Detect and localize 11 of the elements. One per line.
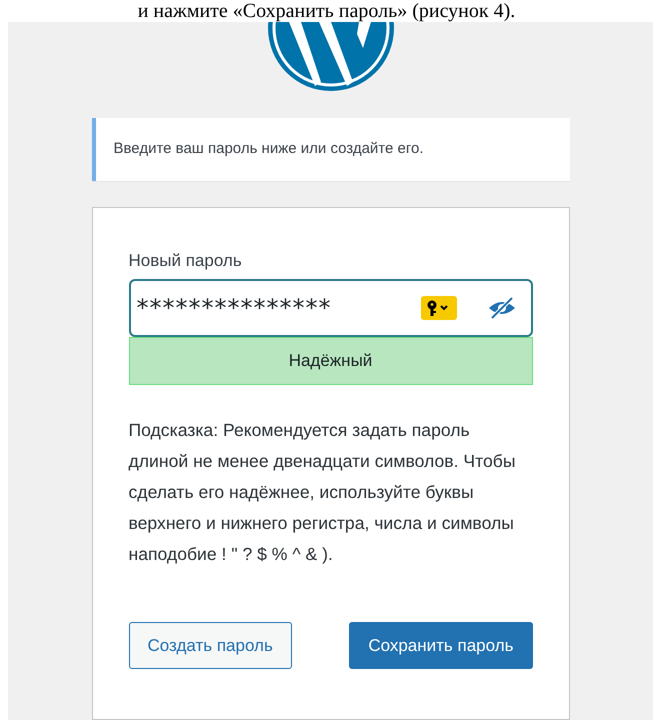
password-field[interactable]: *************** — [128, 279, 532, 337]
logo-icon — [266, 22, 394, 92]
generate-button[interactable]: Создать пароль — [128, 622, 292, 669]
document-text: и нажмите «Сохранить пароль» (рисунок 4). — [136, 0, 516, 22]
field-label: Новый пароль — [128, 250, 243, 272]
key-icon[interactable] — [420, 296, 456, 320]
hint-text: Подсказка: Рекомендуется задать пароль длиной не менее двенадцати символов. Чтобы сделать его надёжнее, используйте буквы верхнего и нижнего регистра, числа и символы наподобие ! " ? $ % ^ & ). — [128, 418, 516, 566]
hide-password-icon[interactable] — [486, 296, 516, 320]
strength-indicator: Надёжный — [128, 337, 532, 384]
notice-message: Введите ваш пароль ниже или создайте его. — [92, 118, 570, 180]
save-button[interactable]: Сохранить пароль — [349, 622, 532, 669]
